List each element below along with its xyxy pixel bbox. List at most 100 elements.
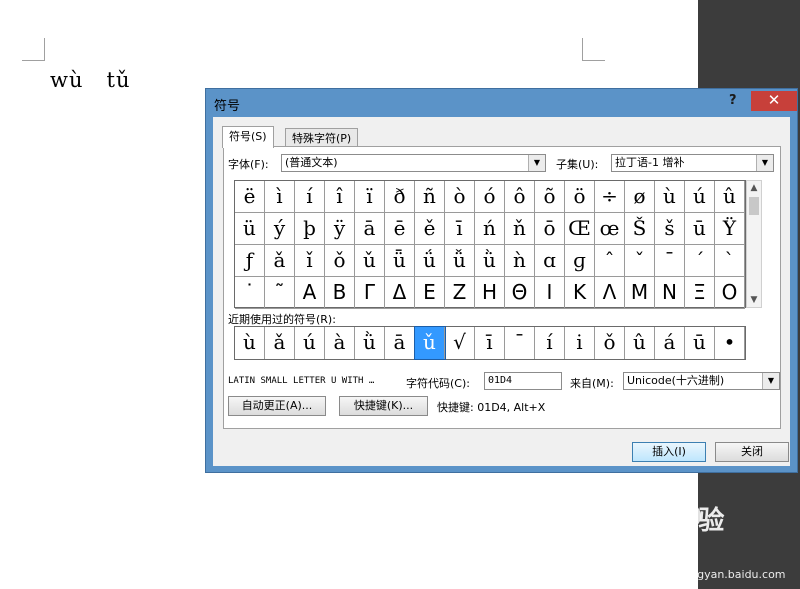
symbol-cell[interactable]: ˜ — [265, 277, 295, 309]
symbol-cell[interactable]: ń — [475, 213, 505, 245]
symbol-cell[interactable]: ˇ — [625, 245, 655, 277]
symbol-cell[interactable]: Μ — [625, 277, 655, 309]
recent-symbol-cell[interactable]: í — [535, 327, 565, 359]
recent-symbol-cell[interactable]: ù — [235, 327, 265, 359]
symbol-cell[interactable]: ī — [445, 213, 475, 245]
symbol-cell[interactable]: Ÿ — [715, 213, 745, 245]
insert-button[interactable]: 插入(I) — [632, 442, 706, 462]
symbol-cell[interactable]: ɑ — [535, 245, 565, 277]
symbol-cell[interactable]: ˋ — [715, 245, 745, 277]
symbol-cell[interactable]: Δ — [385, 277, 415, 309]
symbol-cell[interactable]: ǎ — [265, 245, 295, 277]
recent-symbol-cell[interactable]: û — [625, 327, 655, 359]
scroll-up-icon[interactable]: ▲ — [747, 181, 761, 195]
symbol-cell[interactable]: ɡ — [565, 245, 595, 277]
autocorrect-button[interactable]: 自动更正(A)... — [228, 396, 326, 416]
recent-symbol-cell[interactable]: • — [715, 327, 745, 359]
symbol-cell[interactable]: ƒ — [235, 245, 265, 277]
symbol-cell[interactable]: ò — [445, 181, 475, 213]
recent-symbol-cell[interactable]: à — [325, 327, 355, 359]
symbol-cell[interactable]: ý — [265, 213, 295, 245]
recent-symbol-cell[interactable]: ǎ — [265, 327, 295, 359]
symbol-cell[interactable]: Λ — [595, 277, 625, 309]
symbol-cell[interactable]: ǜ — [475, 245, 505, 277]
symbol-cell[interactable]: ǔ — [355, 245, 385, 277]
symbol-cell[interactable]: ˆ — [595, 245, 625, 277]
recent-symbol-cell[interactable]: ǔ — [414, 326, 446, 360]
tab-special-characters[interactable]: 特殊字符(P) — [285, 128, 359, 148]
recent-symbol-cell[interactable]: ā — [385, 327, 415, 359]
recent-symbol-cell[interactable]: i — [565, 327, 595, 359]
symbol-cell[interactable]: Ζ — [445, 277, 475, 309]
symbol-cell[interactable]: Κ — [565, 277, 595, 309]
symbol-cell[interactable]: ǐ — [295, 245, 325, 277]
grid-scrollbar[interactable]: ▲ ▼ — [746, 180, 762, 308]
symbol-cell[interactable]: û — [715, 181, 745, 213]
recent-symbol-cell[interactable]: √ — [445, 327, 475, 359]
close-icon[interactable]: ✕ — [751, 91, 797, 111]
symbol-cell[interactable]: ó — [475, 181, 505, 213]
recent-symbol-cell[interactable]: á — [655, 327, 685, 359]
chevron-down-icon[interactable]: ▼ — [762, 373, 779, 389]
recent-symbol-cell[interactable]: ú — [295, 327, 325, 359]
subset-select[interactable]: 拉丁语-1 增补 ▼ — [611, 154, 774, 172]
symbol-cell[interactable]: Œ — [565, 213, 595, 245]
symbol-cell[interactable]: ú — [685, 181, 715, 213]
tab-symbols[interactable]: 符号(S) — [222, 126, 274, 148]
symbol-cell[interactable]: ǒ — [325, 245, 355, 277]
symbol-cell[interactable]: Η — [475, 277, 505, 309]
symbol-cell[interactable]: ð — [385, 181, 415, 213]
recent-symbol-cell[interactable]: ī — [475, 327, 505, 359]
symbol-cell[interactable]: ě — [415, 213, 445, 245]
close-button[interactable]: 关闭 — [715, 442, 789, 462]
dialog-titlebar[interactable]: 符号 ? ✕ — [206, 89, 797, 117]
symbol-cell[interactable]: ǖ — [385, 245, 415, 277]
help-button[interactable]: ? — [729, 93, 737, 108]
character-code-input[interactable]: 01D4 — [484, 372, 562, 390]
symbol-cell[interactable]: Ι — [535, 277, 565, 309]
recent-symbol-cell[interactable]: ǒ — [595, 327, 625, 359]
symbol-cell[interactable]: ø — [625, 181, 655, 213]
symbol-cell[interactable]: Α — [295, 277, 325, 309]
symbol-cell[interactable]: Β — [325, 277, 355, 309]
symbol-cell[interactable]: ē — [385, 213, 415, 245]
symbol-cell[interactable]: ÿ — [325, 213, 355, 245]
symbol-cell[interactable]: í — [295, 181, 325, 213]
chevron-down-icon[interactable]: ▼ — [756, 155, 773, 171]
symbol-cell[interactable]: ǚ — [445, 245, 475, 277]
symbol-cell[interactable]: ˙ — [235, 277, 265, 309]
symbol-cell[interactable]: Γ — [355, 277, 385, 309]
symbol-cell[interactable]: ô — [505, 181, 535, 213]
symbol-cell[interactable]: þ — [295, 213, 325, 245]
symbol-cell[interactable]: œ — [595, 213, 625, 245]
recent-symbol-cell[interactable]: ǜ — [355, 327, 385, 359]
symbol-cell[interactable]: ˉ — [655, 245, 685, 277]
font-select[interactable]: (普通文本) ▼ — [281, 154, 546, 172]
symbol-cell[interactable]: ü — [235, 213, 265, 245]
symbol-cell[interactable]: õ — [535, 181, 565, 213]
recent-symbol-cell[interactable]: ū — [685, 327, 715, 359]
symbol-cell[interactable]: ˊ — [685, 245, 715, 277]
symbol-cell[interactable]: š — [655, 213, 685, 245]
symbol-cell[interactable]: Ο — [715, 277, 745, 309]
symbol-cell[interactable]: ǘ — [415, 245, 445, 277]
symbol-cell[interactable]: ñ — [415, 181, 445, 213]
symbol-cell[interactable]: ë — [235, 181, 265, 213]
symbol-cell[interactable]: ā — [355, 213, 385, 245]
symbol-cell[interactable]: Š — [625, 213, 655, 245]
symbol-cell[interactable]: Θ — [505, 277, 535, 309]
symbol-cell[interactable]: ù — [655, 181, 685, 213]
symbol-cell[interactable]: ō — [535, 213, 565, 245]
symbol-cell[interactable]: ï — [355, 181, 385, 213]
symbol-cell[interactable]: Ξ — [685, 277, 715, 309]
symbol-cell[interactable]: ū — [685, 213, 715, 245]
symbol-cell[interactable]: î — [325, 181, 355, 213]
symbol-cell[interactable]: ǹ — [505, 245, 535, 277]
from-select[interactable]: Unicode(十六进制) ▼ — [623, 372, 780, 390]
symbol-cell[interactable]: ì — [265, 181, 295, 213]
symbol-cell[interactable]: ň — [505, 213, 535, 245]
symbol-cell[interactable]: ÷ — [595, 181, 625, 213]
symbol-cell[interactable]: Ν — [655, 277, 685, 309]
recent-symbol-cell[interactable]: ¯ — [505, 327, 535, 359]
symbol-cell[interactable]: Ε — [415, 277, 445, 309]
